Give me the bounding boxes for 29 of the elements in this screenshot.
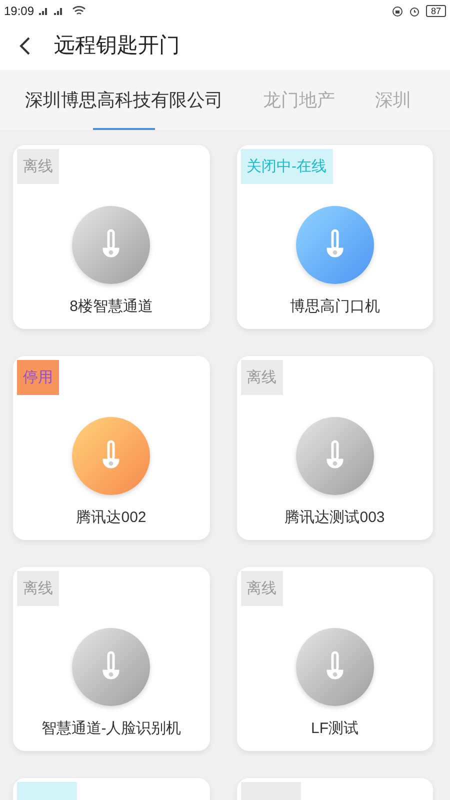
lock-icon — [392, 6, 403, 16]
page-title: 远程钥匙开门 — [54, 33, 180, 60]
device-card[interactable]: 离线 8楼智慧通道 — [13, 145, 210, 329]
status-time: 19:09 — [4, 3, 34, 20]
device-name: 腾讯达测试003 — [284, 508, 385, 528]
device-name: 智慧通道-人脸识别机 — [41, 719, 182, 739]
key-button[interactable] — [296, 628, 374, 706]
device-card[interactable]: 停用 腾讯达002 — [13, 356, 210, 540]
device-card[interactable]: 离线 智慧通道-人脸识别机 — [13, 567, 210, 751]
status-tag: 离线 — [240, 571, 282, 606]
company-tab[interactable]: 深圳博思高科技有限公司 — [25, 70, 223, 130]
device-name: 8楼智慧通道 — [70, 297, 153, 317]
alarm-icon — [408, 6, 420, 16]
status-tag: 离线 — [17, 149, 59, 184]
device-name: 博思高门口机 — [290, 297, 380, 317]
key-button[interactable] — [296, 417, 374, 495]
key-button[interactable] — [296, 206, 374, 284]
device-card[interactable]: 离线 腾讯达测试003 — [236, 356, 433, 540]
device-name: 腾讯达002 — [76, 508, 146, 528]
device-name: LF测试 — [310, 719, 358, 739]
wifi-icon — [72, 6, 86, 16]
status-tag: 停用 — [17, 360, 59, 395]
status-tag: 离线 — [240, 360, 282, 395]
status-tag: 关闭中-在线 — [240, 149, 332, 184]
battery-indicator: 87 — [426, 5, 446, 17]
status-tag: 离线 — [17, 571, 59, 606]
back-icon — [19, 36, 31, 56]
device-card[interactable]: 关闭中-在线 博思高门口机 — [236, 145, 433, 329]
device-card[interactable]: 离线 LF测试 — [236, 567, 433, 751]
